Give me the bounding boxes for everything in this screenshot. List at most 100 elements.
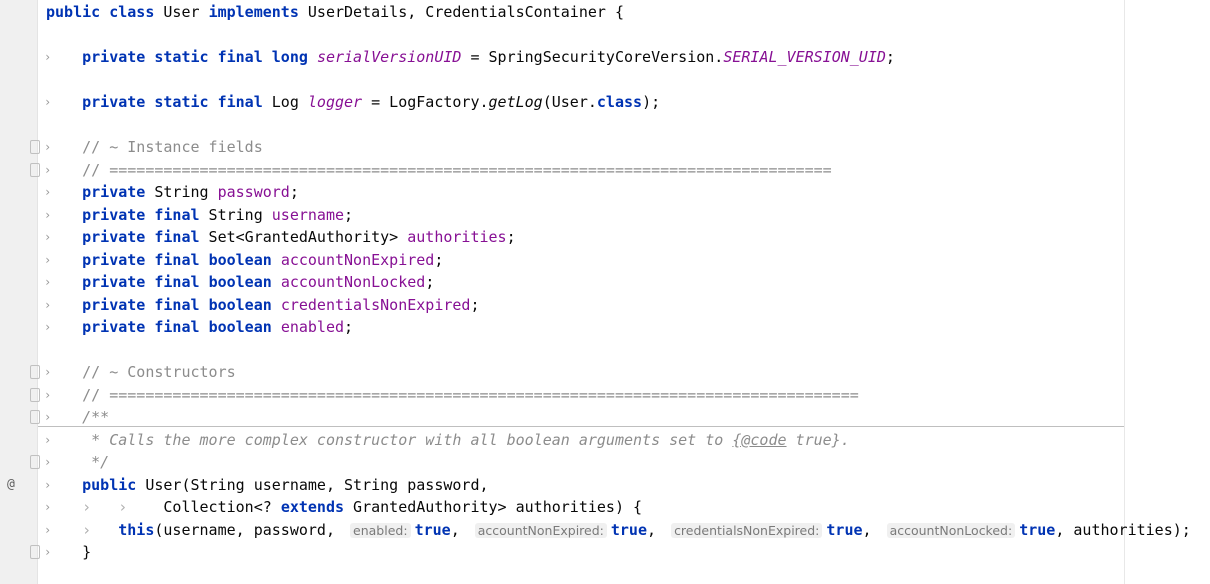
code-text: private final boolean credentialsNonExpi…	[46, 294, 479, 316]
code-line[interactable]: › // ===================================…	[0, 159, 1210, 181]
code-line[interactable]: › private final boolean accountNonExpire…	[0, 249, 1210, 271]
doc-comment: * Calls the more complex constructor wit…	[91, 430, 733, 449]
code-text: private final String username;	[46, 204, 353, 226]
code-text: * Calls the more complex constructor wit…	[46, 429, 850, 451]
collapse-marker-icon[interactable]	[30, 410, 40, 424]
code-line[interactable]	[0, 24, 1210, 46]
parameter-hint: accountNonExpired:	[474, 522, 607, 538]
keyword: class	[109, 3, 155, 21]
keyword: class	[596, 93, 643, 111]
keyword: final	[154, 250, 200, 269]
code-line[interactable]: › // ===================================…	[0, 384, 1210, 406]
keyword: true	[1019, 520, 1056, 539]
keyword: static	[154, 93, 209, 111]
code-line[interactable]	[0, 69, 1210, 91]
comment: // =====================================…	[82, 385, 859, 404]
code-token: ;	[344, 318, 354, 336]
code-line[interactable]: › * Calls the more complex constructor w…	[0, 429, 1210, 451]
keyword: private	[82, 48, 146, 66]
collapse-marker-icon[interactable]	[30, 455, 40, 469]
keyword: true	[826, 520, 863, 539]
code-text: /**	[46, 406, 109, 428]
code-line[interactable]: › private final boolean enabled;	[0, 316, 1210, 338]
code-token: ;	[434, 250, 444, 269]
keyword: boolean	[208, 318, 272, 336]
code-text: private final boolean accountNonLocked;	[46, 271, 434, 293]
code-token: Set<GrantedAuthority>	[199, 228, 408, 246]
code-text: › this(username, password, enabled: true,…	[46, 519, 1191, 541]
static-field: SERIAL_VERSION_UID	[723, 48, 886, 66]
comment: // =====================================…	[82, 160, 832, 179]
code-line[interactable]: › › › Collection<? extends GrantedAuthor…	[0, 496, 1210, 518]
keyword: long	[271, 48, 308, 66]
code-line[interactable]: › private final boolean accountNonLocked…	[0, 271, 1210, 293]
keyword: private	[82, 318, 146, 336]
code-line[interactable]: › /**	[0, 406, 1210, 428]
code-text: // =====================================…	[46, 159, 832, 181]
keyword: final	[154, 205, 200, 224]
collapse-marker-icon[interactable]	[30, 162, 40, 177]
code-line[interactable]: › private final Set<GrantedAuthority> au…	[0, 226, 1210, 248]
keyword: final	[154, 295, 200, 314]
code-text: private String password;	[46, 181, 299, 203]
keyword: this	[118, 520, 155, 539]
field-name: accountNonExpired	[280, 250, 435, 269]
code-line[interactable]: › private String password;	[0, 181, 1210, 203]
override-marker-icon[interactable]: @	[7, 474, 15, 496]
collapse-marker-icon[interactable]	[30, 387, 40, 402]
code-line[interactable]: public class User implements UserDetails…	[0, 1, 1210, 23]
collapse-marker-icon[interactable]	[30, 365, 40, 379]
collapse-marker-icon[interactable]	[30, 140, 40, 154]
keyword: boolean	[208, 273, 272, 291]
code-line[interactable]: › private static final long serialVersio…	[0, 46, 1210, 68]
code-line[interactable]: › // ~ Instance fields	[0, 136, 1210, 158]
doc-comment: true}.	[786, 430, 850, 449]
field-name: credentialsNonExpired	[280, 295, 471, 314]
code-line[interactable]: › private final String username;	[0, 204, 1210, 226]
parameter-hint: accountNonLocked:	[886, 522, 1016, 538]
field-name: username	[271, 205, 345, 224]
code-line[interactable]	[0, 339, 1210, 361]
code-text: // ~ Constructors	[46, 361, 236, 383]
code-line[interactable]: › › this(username, password, enabled: tru…	[0, 519, 1210, 541]
keyword: private	[82, 295, 146, 314]
code-line[interactable]: › // ~ Constructors	[0, 361, 1210, 383]
code-token: Collection<?	[136, 498, 281, 516]
code-line[interactable]: @ › public User(String username, String p…	[0, 474, 1210, 496]
code-line[interactable]	[0, 114, 1210, 136]
code-token: }	[46, 543, 92, 561]
code-token: (username, password,	[154, 520, 345, 539]
keyword: final	[154, 228, 200, 246]
static-method: getLog	[488, 93, 543, 111]
code-line[interactable]: › private final boolean credentialsNonEx…	[0, 294, 1210, 316]
code-text: private static final Log logger = LogFac…	[46, 91, 660, 113]
code-token: ;	[885, 48, 895, 66]
code-token: User	[154, 3, 209, 21]
field-name: authorities	[407, 228, 507, 246]
code-line[interactable]: › private static final Log logger = LogF…	[0, 91, 1210, 113]
code-token: String	[199, 205, 272, 224]
keyword: extends	[280, 498, 345, 516]
doc-tag: {@code	[732, 430, 787, 449]
code-text: private final boolean accountNonExpired;	[46, 249, 443, 271]
keyword: public	[46, 3, 101, 21]
collapse-marker-icon[interactable]	[30, 545, 40, 559]
code-token: ;	[506, 228, 516, 246]
code-token: (User.	[542, 93, 597, 111]
parameter-hint: credentialsNonExpired:	[671, 522, 823, 538]
code-text: }	[46, 541, 91, 563]
code-line[interactable]: › }	[0, 541, 1210, 563]
code-line[interactable]: › */	[0, 451, 1210, 473]
